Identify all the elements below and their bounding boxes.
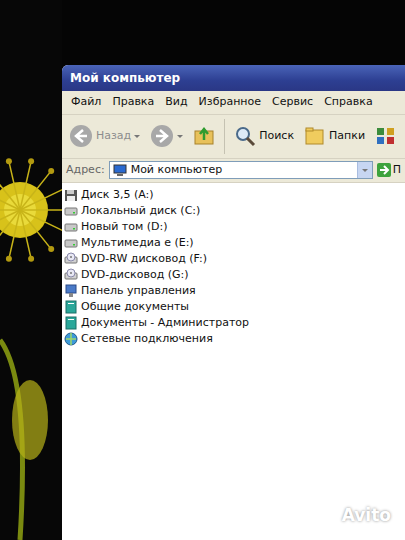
drive-icon [64, 204, 78, 218]
desktop: Мой компьютер ФайлПравкаВидИзбранноеСерви… [0, 0, 405, 540]
item-label: Панель управления [81, 283, 196, 299]
drive-icon [64, 220, 78, 234]
views-button[interactable] [372, 123, 400, 149]
back-button[interactable]: Назад [66, 122, 143, 150]
folders-button[interactable]: Папки [301, 123, 368, 149]
dropdown-caret-icon [134, 135, 140, 138]
list-item[interactable]: DVD-дисковод (G:) [64, 267, 403, 283]
watermark: Avito [316, 503, 391, 529]
network-icon [64, 332, 78, 346]
cd-icon [64, 268, 78, 282]
window-title: Мой компьютер [70, 69, 180, 87]
list-item[interactable]: Общие документы [64, 299, 403, 315]
dropdown-caret-icon [177, 135, 183, 138]
address-bar: Адрес: Мой компьютер П [62, 159, 405, 183]
item-label: DVD-RW дисковод (F:) [81, 251, 207, 267]
panel-icon [64, 284, 78, 298]
list-item[interactable]: Мультимедиа е (E:) [64, 235, 403, 251]
cd-icon [64, 252, 78, 266]
folders-label: Папки [329, 128, 365, 145]
go-arrow-icon [377, 163, 391, 177]
back-arrow-icon [69, 124, 93, 148]
item-label: Общие документы [81, 299, 189, 315]
item-label: Сетевые подключения [81, 331, 213, 347]
go-button[interactable]: П [377, 162, 401, 179]
toolbar-separator [224, 119, 225, 154]
drive-icon [64, 236, 78, 250]
search-label: Поиск [259, 128, 294, 145]
flower-icon [0, 80, 62, 540]
menu-item[interactable]: Сервис [267, 93, 318, 112]
address-dropdown[interactable] [357, 162, 372, 179]
item-label: Диск 3,5 (A:) [81, 187, 154, 203]
folder-icon [64, 316, 78, 330]
watermark-text: Avito [342, 503, 391, 529]
list-item[interactable]: DVD-RW дисковод (F:) [64, 251, 403, 267]
item-label: Локальный диск (C:) [81, 203, 200, 219]
computer-icon [113, 164, 127, 177]
list-item[interactable]: Диск 3,5 (A:) [64, 187, 403, 203]
menu-item[interactable]: Файл [66, 93, 106, 112]
address-value: Мой компьютер [131, 162, 353, 179]
dropdown-caret-icon [362, 169, 368, 172]
go-label: П [393, 162, 401, 179]
magnifier-icon [234, 125, 256, 147]
menu-item[interactable]: Вид [160, 93, 192, 112]
search-button[interactable]: Поиск [231, 123, 297, 149]
item-label: DVD-дисковод (G:) [81, 267, 189, 283]
title-bar[interactable]: Мой компьютер [62, 65, 405, 91]
forward-arrow-icon [150, 124, 174, 148]
menu-item[interactable]: Справка [319, 93, 377, 112]
item-label: Мультимедиа е (E:) [81, 235, 194, 251]
forward-button[interactable] [147, 122, 186, 150]
list-item[interactable]: Документы - Администратор [64, 315, 403, 331]
floppy-icon [64, 188, 78, 202]
folders-icon [304, 125, 326, 147]
list-item[interactable]: Новый том (D:) [64, 219, 403, 235]
list-item[interactable]: Панель управления [64, 283, 403, 299]
item-list: Диск 3,5 (A:)Локальный диск (C:)Новый то… [62, 183, 405, 351]
menu-item[interactable]: Избранное [194, 93, 266, 112]
address-label: Адрес: [66, 162, 105, 179]
toolbar: Назад Поиск Папки [62, 115, 405, 159]
item-label: Новый том (D:) [81, 219, 168, 235]
list-item[interactable]: Сетевые подключения [64, 331, 403, 347]
wallpaper [0, 0, 62, 540]
menu-item[interactable]: Правка [107, 93, 159, 112]
item-label: Документы - Администратор [81, 315, 249, 331]
folder-icon [64, 300, 78, 314]
menu-bar: ФайлПравкаВидИзбранноеСервисСправка [62, 91, 405, 115]
folder-up-icon [193, 125, 215, 147]
list-item[interactable]: Локальный диск (C:) [64, 203, 403, 219]
back-label: Назад [96, 128, 131, 145]
address-field[interactable]: Мой компьютер [109, 161, 373, 180]
views-icon [375, 125, 397, 147]
explorer-window: Мой компьютер ФайлПравкаВидИзбранноеСерви… [62, 65, 405, 540]
up-button[interactable] [190, 123, 218, 149]
